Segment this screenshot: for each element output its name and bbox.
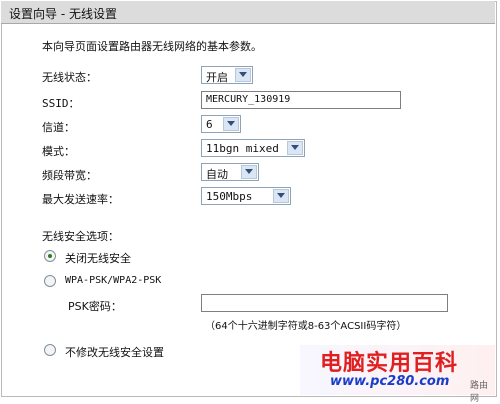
psk-hint: （64个十六进制字符或8-63个ACSII码字符）: [205, 321, 407, 332]
radio-wpa-psk[interactable]: [44, 275, 56, 287]
chevron-down-icon: [287, 141, 303, 155]
security-heading: 无线安全选项：: [42, 230, 119, 243]
mode-label: 模式：: [42, 145, 75, 158]
watermark-url: www.pc280.com: [330, 374, 450, 389]
mode-select[interactable]: 11bgn mixed: [201, 139, 305, 157]
radio-disable-security-label: 关闭无线安全: [65, 252, 131, 265]
ssid-label: SSID：: [42, 97, 80, 110]
radio-keep-security-label: 不修改无线安全设置: [65, 346, 164, 359]
title-bar: 设置向导 - 无线设置: [1, 1, 495, 24]
wireless-status-label: 无线状态：: [42, 71, 97, 84]
psk-password-label: PSK密码：: [68, 300, 122, 313]
page-title: 设置向导 - 无线设置: [9, 7, 117, 21]
watermark-title: 电脑实用百科: [320, 351, 459, 376]
bandwidth-select[interactable]: 自动: [201, 163, 259, 181]
radio-wpa-psk-label: WPA-PSK/WPA2-PSK: [65, 275, 162, 286]
channel-select[interactable]: 6: [201, 115, 241, 133]
max-rate-label: 最大发送速率：: [42, 193, 119, 206]
max-rate-select[interactable]: 150Mbps: [201, 187, 291, 205]
psk-password-input[interactable]: [201, 294, 448, 312]
chevron-down-icon: [273, 189, 289, 203]
radio-keep-security[interactable]: [44, 344, 56, 356]
wireless-status-select[interactable]: 开启: [201, 66, 253, 84]
channel-label: 信道：: [42, 121, 75, 134]
watermark: 电脑实用百科 www.pc280.com 路由网: [300, 345, 495, 404]
bandwidth-label: 频段带宽：: [42, 169, 97, 182]
ssid-input[interactable]: MERCURY_130919: [201, 91, 401, 109]
chevron-down-icon: [223, 117, 239, 131]
intro-text: 本向导页面设置路由器无线网络的基本参数。: [42, 40, 262, 53]
chevron-down-icon: [235, 68, 251, 82]
chevron-down-icon: [241, 165, 257, 179]
watermark-side: 路由网: [470, 381, 489, 404]
radio-disable-security[interactable]: [44, 250, 56, 262]
